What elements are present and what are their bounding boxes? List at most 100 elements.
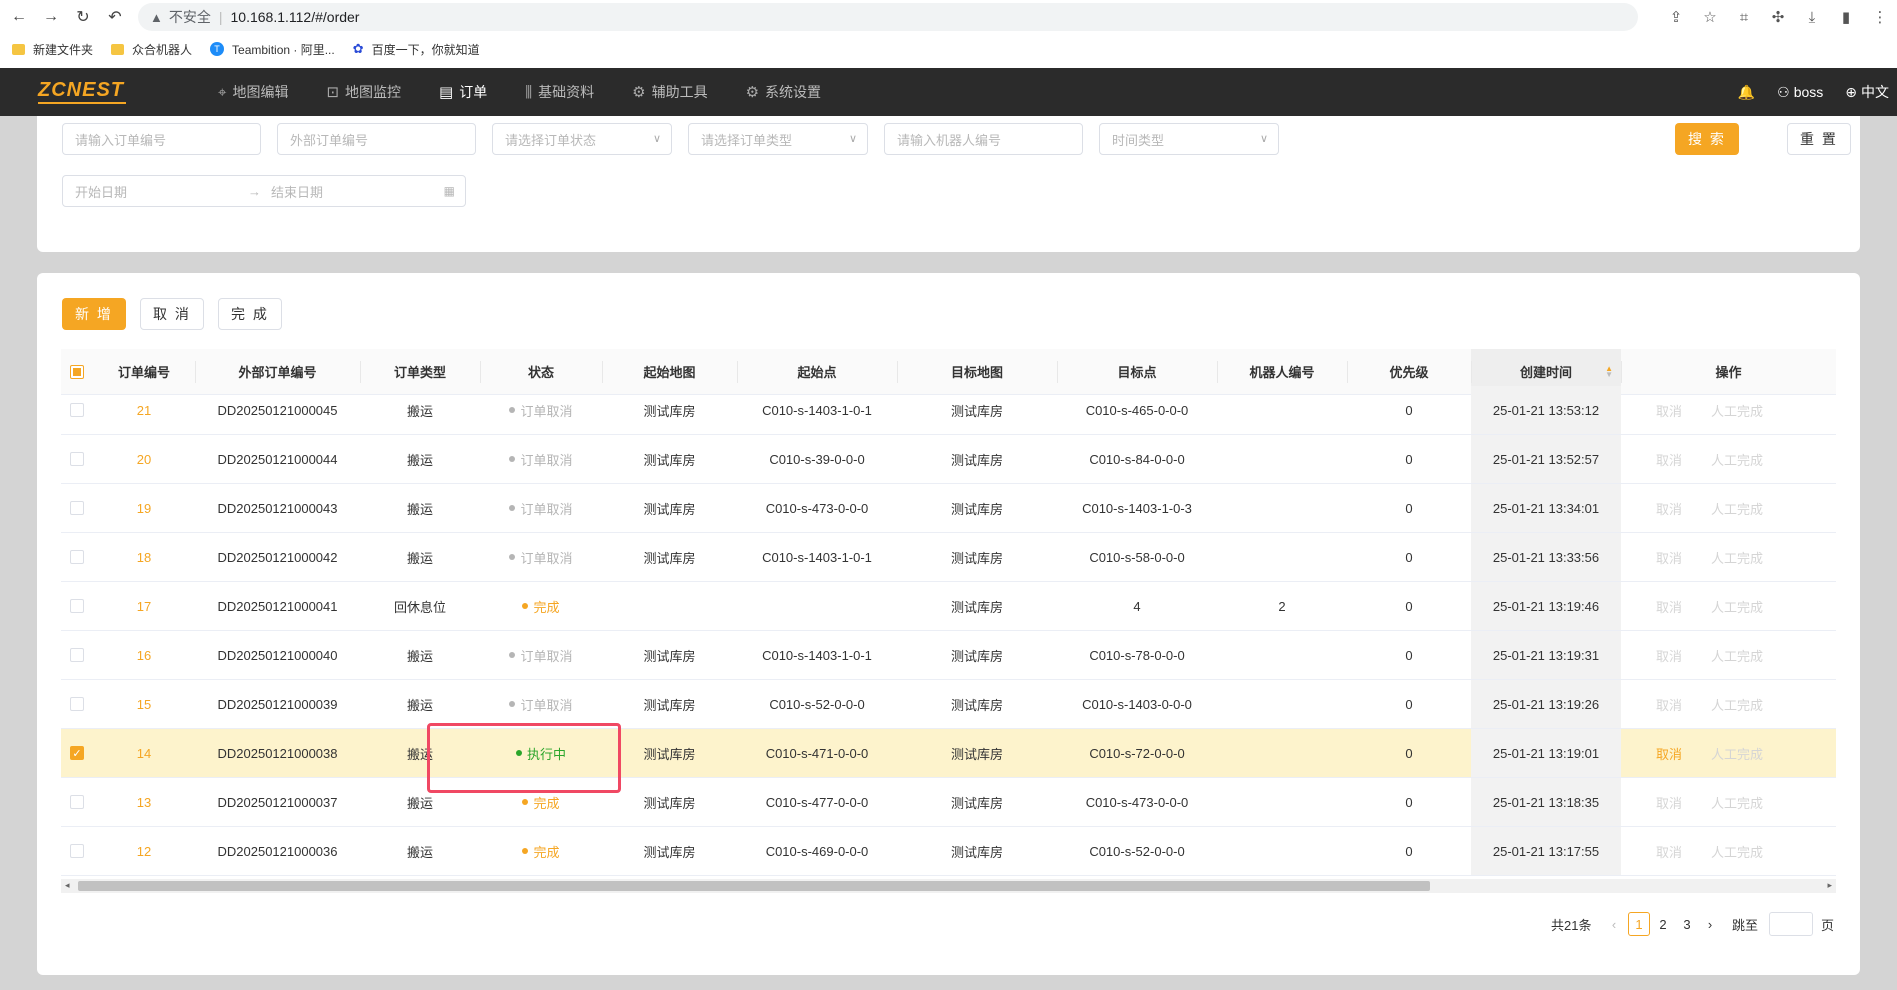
crop-icon[interactable]: ⌗: [1727, 9, 1761, 26]
bookmark-item[interactable]: T Teambition · 阿里...: [210, 41, 335, 58]
download-icon[interactable]: ⤓: [1795, 9, 1829, 26]
row-checkbox[interactable]: ✓: [70, 746, 84, 760]
row-manual-complete-link[interactable]: 人工完成: [1711, 597, 1763, 616]
back-icon[interactable]: ←: [6, 4, 32, 30]
cancel-order-button[interactable]: 取 消: [140, 298, 204, 330]
order-no-cell[interactable]: 13: [93, 778, 195, 826]
table-row[interactable]: 12 DD20250121000036 搬运 完成 测试库房 C010-s-469-0-0…: [61, 827, 1836, 876]
row-manual-complete-link[interactable]: 人工完成: [1711, 450, 1763, 469]
page-2[interactable]: 2: [1654, 912, 1672, 936]
row-manual-complete-link[interactable]: 人工完成: [1711, 401, 1763, 420]
add-button[interactable]: 新 增: [62, 298, 126, 330]
undo-icon[interactable]: ↶: [102, 4, 128, 30]
row-cancel-link[interactable]: 取消: [1656, 695, 1682, 714]
url-text[interactable]: 10.168.1.112/#/order: [231, 9, 360, 25]
table-row[interactable]: 15 DD20250121000039 搬运 订单取消 测试库房 C010-s-52-0-…: [61, 680, 1836, 729]
bookmark-item[interactable]: ✿ 百度一下，你就知道: [353, 41, 480, 58]
row-checkbox[interactable]: [70, 403, 84, 417]
row-cancel-link[interactable]: 取消: [1656, 450, 1682, 469]
order-no-cell[interactable]: 19: [93, 484, 195, 532]
row-checkbox[interactable]: [70, 550, 84, 564]
table-row[interactable]: 17 DD20250121000041 回休息位 完成 测试库房 4 2 0 25-01-21 …: [61, 582, 1836, 631]
scroll-left-icon[interactable]: ◂: [65, 880, 70, 891]
reload-icon[interactable]: ↻: [70, 4, 96, 30]
bell-icon[interactable]: 🔔: [1738, 84, 1755, 101]
start-date-input[interactable]: 开始日期: [75, 182, 127, 201]
order-no-cell[interactable]: 14: [93, 729, 195, 777]
row-manual-complete-link[interactable]: 人工完成: [1711, 646, 1763, 665]
row-cancel-link[interactable]: 取消: [1656, 499, 1682, 518]
language-switch[interactable]: ⊕ 中文: [1845, 82, 1889, 102]
table-row[interactable]: 18 DD20250121000042 搬运 订单取消 测试库房 C010-s-1403-…: [61, 533, 1836, 582]
order-no-cell[interactable]: 12: [93, 827, 195, 875]
row-checkbox[interactable]: [70, 795, 84, 809]
share-icon[interactable]: ⇪: [1659, 8, 1693, 26]
order-no-cell[interactable]: 20: [93, 435, 195, 483]
star-icon[interactable]: ☆: [1693, 8, 1727, 26]
table-row[interactable]: ✓ 14 DD20250121000038 搬运 执行中 测试库房 C010-s-471-0…: [61, 729, 1836, 778]
order-no-cell[interactable]: 18: [93, 533, 195, 581]
prev-page-icon[interactable]: ‹: [1607, 912, 1621, 936]
sidebar-icon[interactable]: ▮: [1829, 8, 1863, 26]
row-cancel-link[interactable]: 取消: [1656, 842, 1682, 861]
menu-dots-icon[interactable]: ⋮: [1863, 8, 1897, 26]
scroll-right-icon[interactable]: ▸: [1827, 880, 1832, 891]
menu-item-map-monitor[interactable]: ⊡ 地图监控: [326, 68, 401, 116]
address-bar[interactable]: ▲ 不安全 | 10.168.1.112/#/order: [138, 3, 1638, 31]
reset-button[interactable]: 重 置: [1787, 123, 1851, 155]
row-checkbox[interactable]: [70, 501, 84, 515]
row-checkbox[interactable]: [70, 844, 84, 858]
page-1[interactable]: 1: [1628, 912, 1650, 936]
menu-item-map-edit[interactable]: ⌖ 地图编辑: [218, 68, 288, 116]
order-no-cell[interactable]: 21: [93, 386, 195, 434]
type-select[interactable]: 请选择订单类型 ∨: [688, 123, 868, 155]
select-all-checkbox[interactable]: [70, 364, 84, 379]
order-no-cell[interactable]: 17: [93, 582, 195, 630]
row-manual-complete-link[interactable]: 人工完成: [1711, 842, 1763, 861]
order-no-cell[interactable]: 15: [93, 680, 195, 728]
search-button[interactable]: 搜 索: [1675, 123, 1739, 155]
logo[interactable]: ZCNEST: [38, 80, 126, 104]
row-manual-complete-link[interactable]: 人工完成: [1711, 499, 1763, 518]
menu-item-orders[interactable]: ▤ 订单: [439, 68, 487, 116]
row-manual-complete-link[interactable]: 人工完成: [1711, 695, 1763, 714]
horizontal-scrollbar[interactable]: ◂ ▸: [61, 879, 1836, 893]
order-no-cell[interactable]: 16: [93, 631, 195, 679]
table-row[interactable]: 19 DD20250121000043 搬运 订单取消 测试库房 C010-s-473-0…: [61, 484, 1836, 533]
time-type-select[interactable]: 时间类型 ∨: [1099, 123, 1279, 155]
sort-icon[interactable]: ▲ ▼: [1605, 364, 1613, 378]
row-checkbox[interactable]: [70, 697, 84, 711]
order-no-input[interactable]: 请输入订单编号: [62, 123, 261, 155]
menu-item-basic-data[interactable]: ⫼ 基础资料: [525, 68, 594, 116]
row-manual-complete-link[interactable]: 人工完成: [1711, 548, 1763, 567]
table-row[interactable]: 13 DD20250121000037 搬运 完成 测试库房 C010-s-477-0-0…: [61, 778, 1836, 827]
menu-item-aux-tools[interactable]: ⚙ 辅助工具: [632, 68, 707, 116]
external-no-input[interactable]: 外部订单编号: [277, 123, 476, 155]
row-manual-complete-link[interactable]: 人工完成: [1711, 744, 1763, 763]
row-cancel-link[interactable]: 取消: [1656, 793, 1682, 812]
bookmark-item[interactable]: 新建文件夹: [12, 41, 93, 58]
end-date-input[interactable]: 结束日期: [271, 182, 323, 201]
row-checkbox[interactable]: [70, 648, 84, 662]
next-page-icon[interactable]: ›: [1702, 912, 1718, 936]
complete-order-button[interactable]: 完 成: [218, 298, 282, 330]
row-manual-complete-link[interactable]: 人工完成: [1711, 793, 1763, 812]
date-range-picker[interactable]: 开始日期 → 结束日期 ▦: [62, 175, 466, 207]
robot-no-input[interactable]: 请输入机器人编号: [884, 123, 1083, 155]
forward-icon[interactable]: →: [38, 4, 64, 30]
status-select[interactable]: 请选择订单状态 ∨: [492, 123, 672, 155]
row-cancel-link[interactable]: 取消: [1656, 401, 1682, 420]
page-3[interactable]: 3: [1678, 912, 1696, 936]
row-cancel-link[interactable]: 取消: [1656, 646, 1682, 665]
table-row[interactable]: 20 DD20250121000044 搬运 订单取消 测试库房 C010-s-39-0-…: [61, 435, 1836, 484]
bookmark-item[interactable]: 众合机器人: [111, 41, 192, 58]
user-menu[interactable]: ⚇ boss: [1777, 84, 1823, 101]
jump-page-input[interactable]: [1769, 912, 1813, 936]
row-cancel-link[interactable]: 取消: [1656, 597, 1682, 616]
puzzle-icon[interactable]: ✣: [1761, 8, 1795, 26]
scrollbar-thumb[interactable]: [78, 881, 1430, 891]
row-cancel-link[interactable]: 取消: [1656, 548, 1682, 567]
row-checkbox[interactable]: [70, 599, 84, 613]
table-row[interactable]: 21 DD20250121000045 搬运 订单取消 测试库房 C010-s-1403-…: [61, 386, 1836, 435]
row-checkbox[interactable]: [70, 452, 84, 466]
